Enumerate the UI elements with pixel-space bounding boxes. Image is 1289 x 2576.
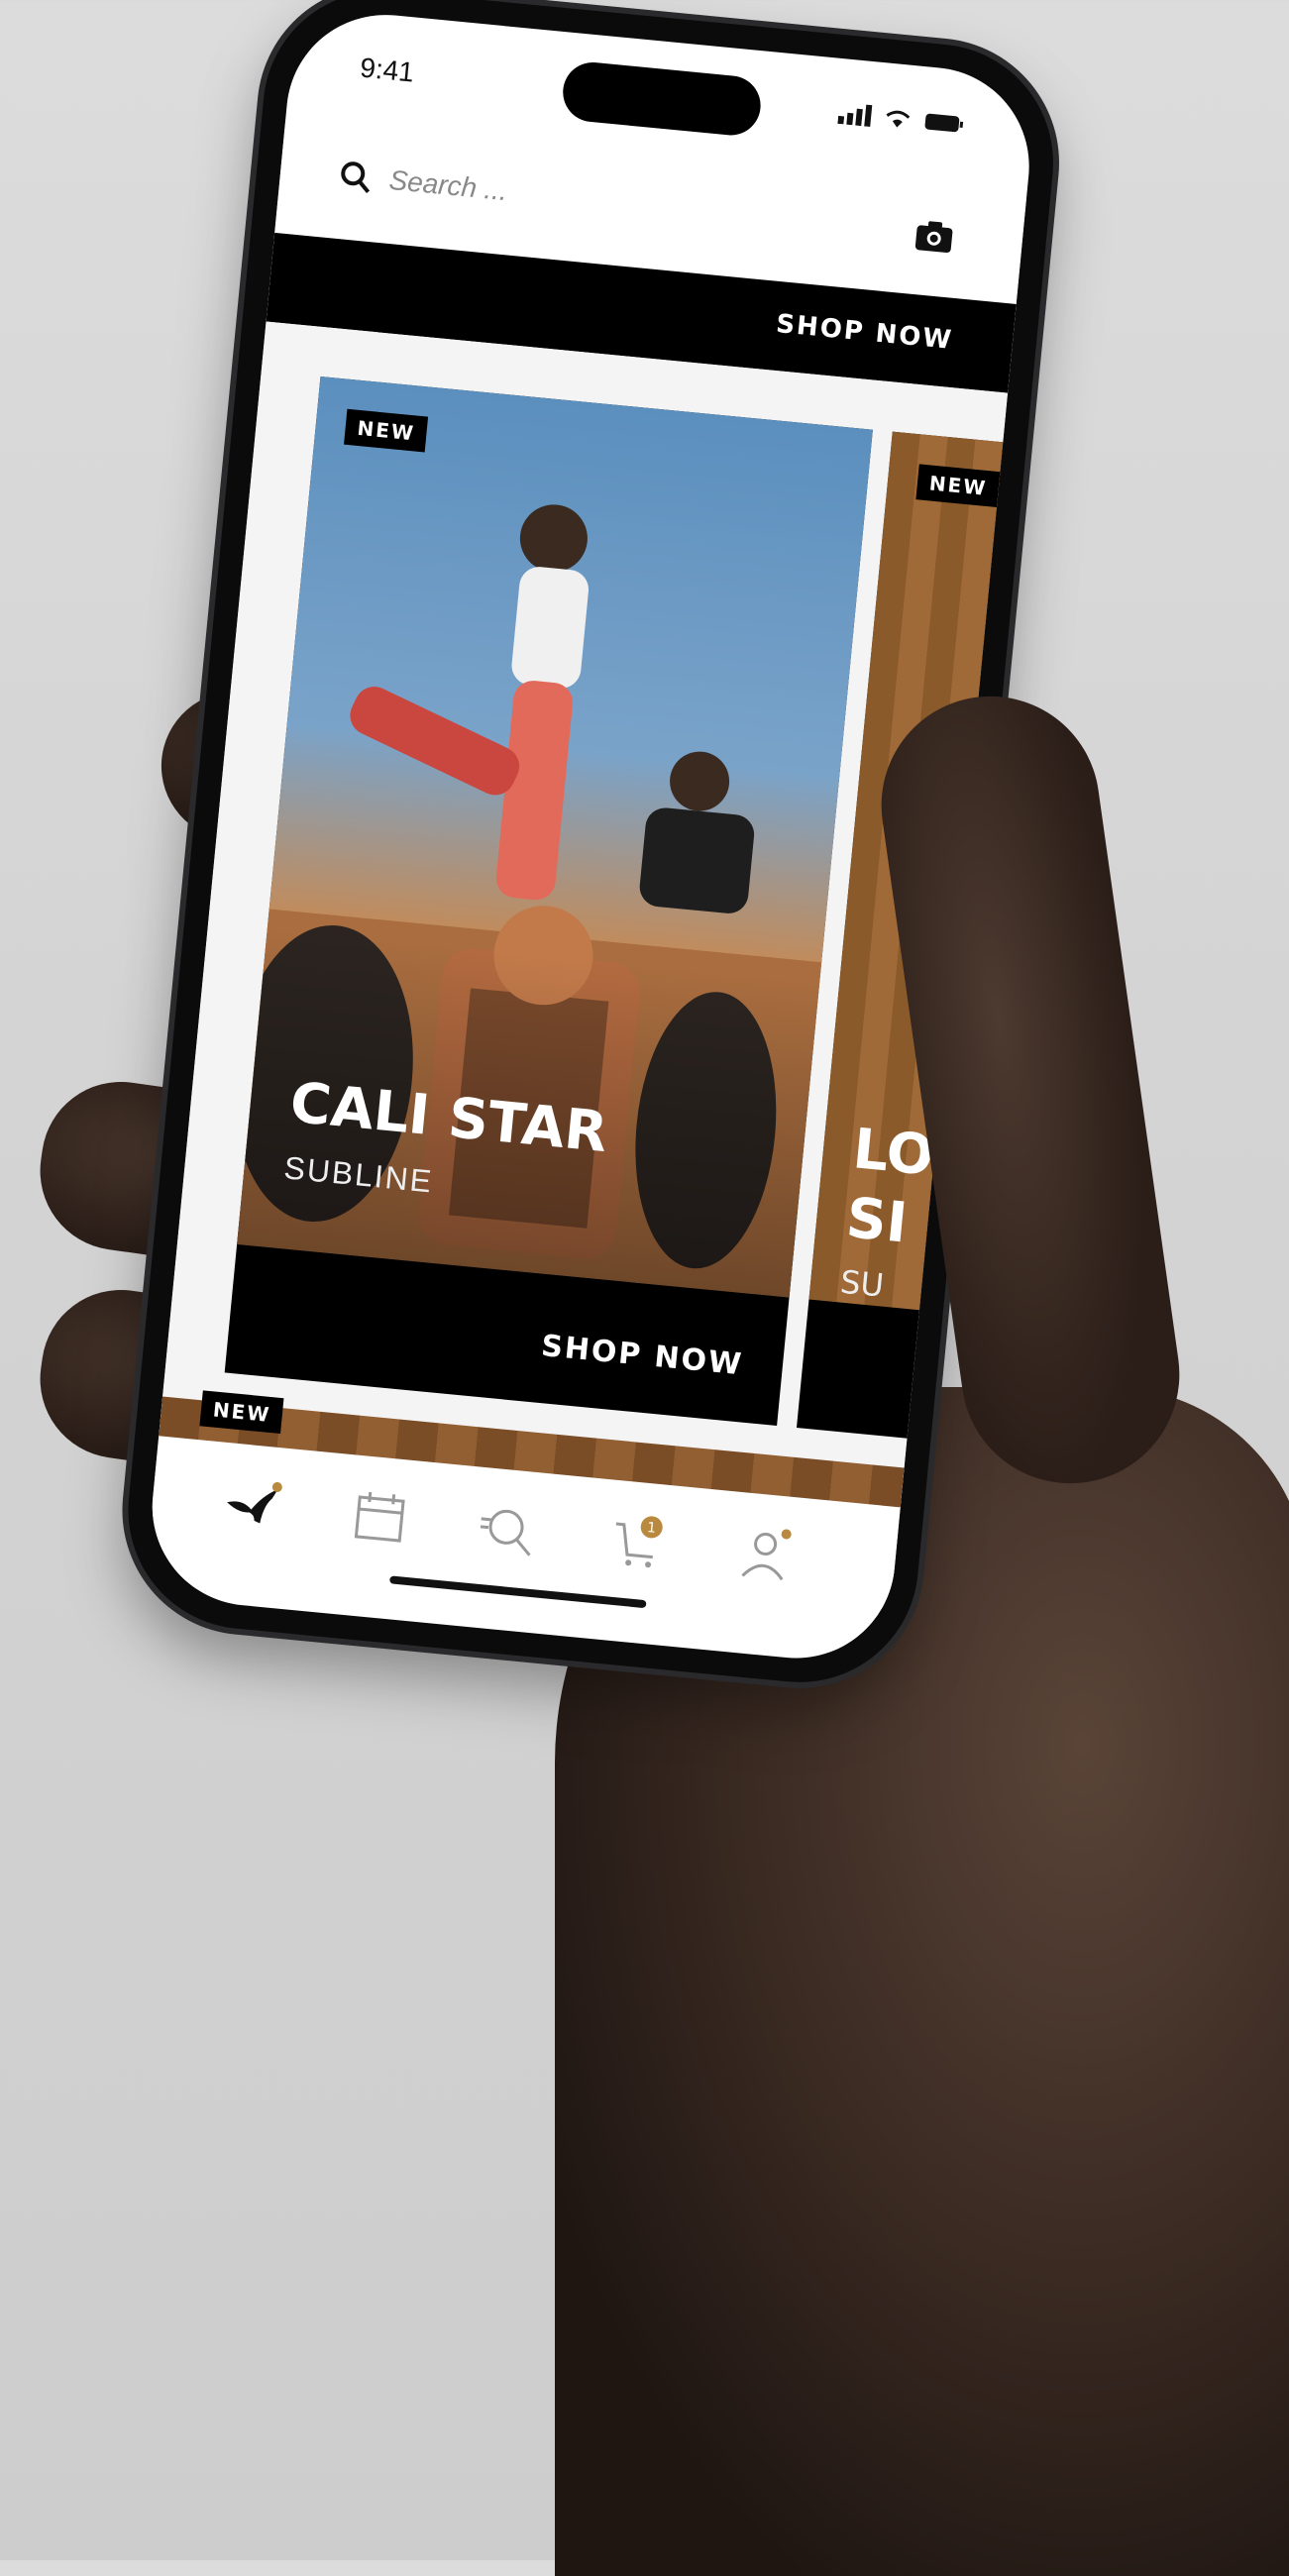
- camera-icon[interactable]: [913, 219, 954, 254]
- promo-shop-now-link[interactable]: SHOP NOW: [775, 309, 954, 356]
- product-feed: NEW CALI STAR SUBLINE SHOP NOW NEW LO SI…: [157, 321, 1038, 1528]
- wifi-icon: [886, 110, 911, 128]
- product-subtitle: SU: [838, 1262, 886, 1305]
- new-badge: NEW: [199, 1390, 284, 1435]
- battery-icon: [924, 113, 964, 133]
- product-card[interactable]: NEW CALI STAR SUBLINE SHOP NOW: [224, 376, 873, 1427]
- search-icon: [341, 161, 371, 194]
- product-image: NEW CALI STAR SUBLINE: [237, 376, 873, 1298]
- dynamic-island: [560, 59, 764, 139]
- search-icon[interactable]: [476, 1497, 540, 1561]
- puma-logo-icon[interactable]: [219, 1472, 283, 1537]
- home-indicator[interactable]: [389, 1575, 647, 1609]
- status-icons: [836, 102, 964, 142]
- calendar-icon[interactable]: [348, 1484, 412, 1549]
- search-input[interactable]: Search ...: [387, 164, 508, 207]
- profile-icon[interactable]: [732, 1522, 797, 1586]
- cart-icon[interactable]: 1: [603, 1509, 668, 1573]
- signal-icon: [837, 104, 873, 127]
- status-time: 9:41: [359, 52, 416, 88]
- cart-badge-count: 1: [646, 1520, 656, 1537]
- shop-now-button[interactable]: SHOP NOW: [540, 1329, 745, 1382]
- product-title: LO SI: [843, 1117, 937, 1256]
- new-badge: NEW: [915, 464, 1001, 508]
